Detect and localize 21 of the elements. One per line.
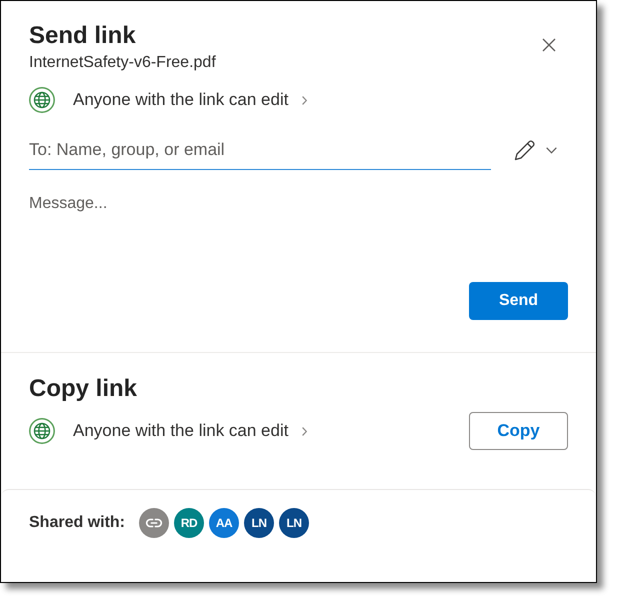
globe-icon (29, 418, 55, 444)
pencil-icon[interactable] (514, 140, 535, 161)
person-avatar[interactable]: LN (244, 508, 274, 538)
chevron-right-icon (302, 96, 308, 104)
send-button[interactable]: Send (469, 282, 568, 320)
section-title: Send link (29, 21, 137, 51)
person-avatar[interactable]: AA (209, 508, 240, 538)
permission-link[interactable]: Anyone with the link can edit (73, 90, 308, 110)
person-avatar[interactable]: LN (279, 508, 310, 538)
copy-button[interactable]: Copy (469, 412, 568, 450)
globe-icon (29, 87, 55, 113)
person-avatar[interactable]: RD (174, 508, 204, 538)
permission-link[interactable]: Anyone with the link can edit (73, 421, 308, 441)
link-avatar-icon[interactable] (139, 508, 170, 538)
chevron-right-icon (302, 426, 308, 436)
shared-with-label: Shared with: (29, 514, 126, 532)
file-name: InternetSafety-v6-Free.pdf (29, 53, 216, 73)
section-title: Copy link (29, 374, 138, 404)
close-icon[interactable] (542, 38, 556, 52)
chevron-down-icon[interactable] (546, 147, 557, 154)
recipient-input[interactable]: To: Name, group, or email (29, 131, 491, 170)
